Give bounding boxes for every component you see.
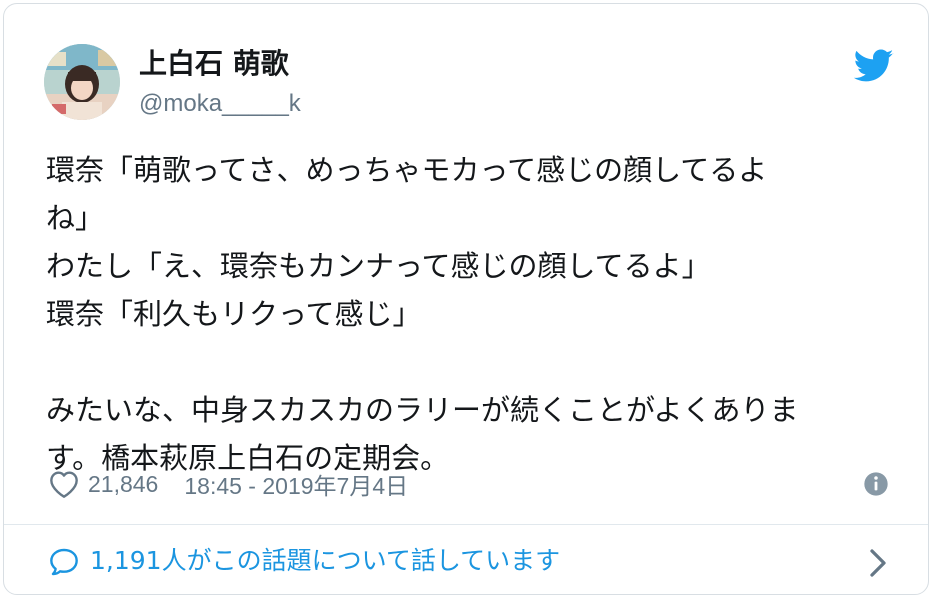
tweet-line: 環奈「萌歌ってさ、めっちゃモカって感じの顔してるよ [46,153,768,187]
tweet-line: わたし「え、環奈もカンナって感じの顔してるよ」 [46,249,711,283]
user-handle[interactable]: @moka_____k [139,88,301,120]
tweet-text: 環奈「萌歌ってさ、めっちゃモカって感じの顔してるよ ね」 わたし「え、環奈もカン… [46,146,896,482]
speech-bubble-icon [50,548,78,576]
conversation-label[interactable]: 1,191人がこの話題について話しています [90,542,560,580]
chevron-right-icon[interactable] [868,548,888,578]
twitter-bird-icon[interactable] [854,48,894,84]
timestamp[interactable]: 18:45 - 2019年7月4日 [184,467,408,501]
conversation-link[interactable]: 1,191人がこの話題について話しています [4,525,928,594]
heart-icon[interactable] [48,469,80,499]
like-count[interactable]: 21,846 [88,471,158,498]
avatar-image [44,44,120,120]
tweet-line: みたいな、中身スカスカのラリーが続くことがよくありま [46,393,799,427]
avatar[interactable] [44,44,120,120]
tweet-meta: 21,846 18:45 - 2019年7月4日 [48,466,408,502]
tweet-card: 上白石 萌歌 @moka_____k 環奈「萌歌ってさ、めっちゃモカって感じの顔… [3,3,929,595]
display-name[interactable]: 上白石 萌歌 [139,46,289,82]
tweet-line: 環奈「利久もリクって感じ」 [46,297,422,331]
tweet-line: ね」 [46,201,105,235]
info-icon[interactable] [862,470,890,498]
